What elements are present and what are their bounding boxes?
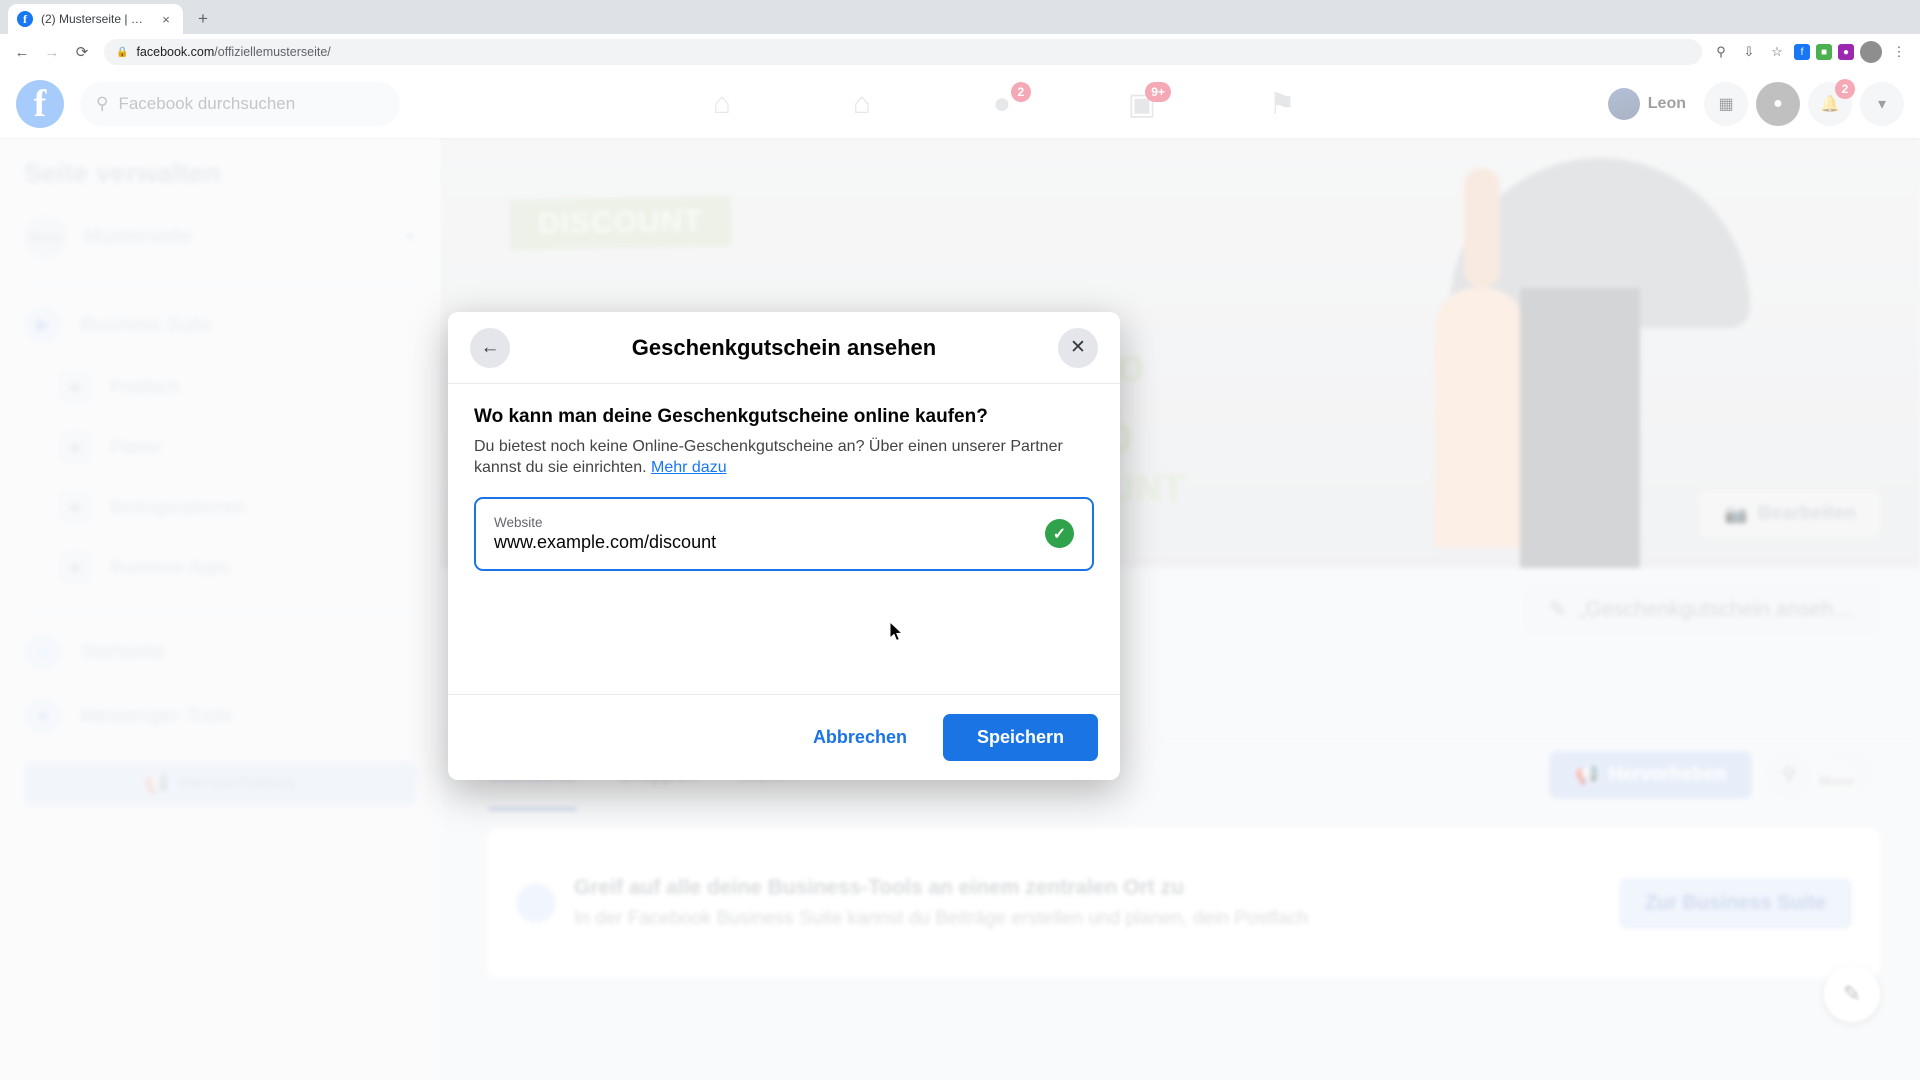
facebook-page: f ⚲ Facebook durchsuchen ⌂⌂●2▣9+⚑ Leon ▦… xyxy=(0,70,1920,1080)
reload-icon[interactable]: ⟳ xyxy=(68,38,96,66)
close-icon[interactable]: ✕ xyxy=(1058,327,1098,368)
arrow-left-icon[interactable]: ← xyxy=(470,327,510,368)
puzzle-extension-icon[interactable]: ■ xyxy=(1816,44,1832,60)
tab-title: (2) Musterseite | Facebook xyxy=(41,12,150,26)
forward-icon[interactable]: → xyxy=(38,38,66,66)
check-circle-icon: ✓ xyxy=(1045,519,1074,549)
toolbar-icon-group: ⚲ ⇩ ☆ f ■ ● ⋮ xyxy=(1710,41,1912,63)
share-icon[interactable]: ⇩ xyxy=(1738,41,1760,63)
star-icon[interactable]: ☆ xyxy=(1766,41,1788,63)
close-icon[interactable]: × xyxy=(158,12,174,27)
url-domain: facebook.com xyxy=(136,45,215,59)
website-field[interactable]: Website www.example.com/discount ✓ xyxy=(474,496,1094,571)
website-field-label: Website xyxy=(494,514,543,530)
mehr-dazu-link[interactable]: Mehr dazu xyxy=(651,459,727,476)
dialog-geschenkgutschein: ← Geschenkgutschein ansehen ✕ Wo kann ma… xyxy=(448,312,1120,780)
profile-avatar-icon[interactable] xyxy=(1860,41,1882,63)
url-text: facebook.com/offiziellemusterseite/ xyxy=(136,45,330,59)
dialog-title: Geschenkgutschein ansehen xyxy=(631,334,937,360)
browser-toolbar: ← → ⟳ 🔒 facebook.com/offiziellemustersei… xyxy=(0,34,1920,70)
dialog-description-text: Du bietest noch keine Online-Geschenkgut… xyxy=(474,438,1063,477)
browser-window: f (2) Musterseite | Facebook × + ← → ⟳ 🔒… xyxy=(0,0,1920,1080)
purple-extension-icon[interactable]: ● xyxy=(1838,44,1854,60)
search-icon[interactable]: ⚲ xyxy=(1710,41,1732,63)
dialog-footer: Abbrechen Speichern xyxy=(448,694,1120,780)
browser-tab[interactable]: f (2) Musterseite | Facebook × xyxy=(8,4,183,34)
address-bar[interactable]: 🔒 facebook.com/offiziellemusterseite/ xyxy=(104,39,1702,65)
dialog-body: Wo kann man deine Geschenkgutscheine onl… xyxy=(448,384,1120,694)
dialog-header: ← Geschenkgutschein ansehen ✕ xyxy=(448,312,1120,384)
facebook-favicon-icon: f xyxy=(17,11,33,27)
website-input[interactable]: www.example.com/discount xyxy=(494,532,1045,553)
new-tab-button[interactable]: + xyxy=(189,5,217,33)
menu-kebab-icon[interactable]: ⋮ xyxy=(1888,41,1910,63)
save-button[interactable]: Speichern xyxy=(942,714,1098,761)
dialog-description: Du bietest noch keine Online-Geschenkgut… xyxy=(474,436,1084,479)
lock-icon: 🔒 xyxy=(116,46,129,58)
cancel-button[interactable]: Abbrechen xyxy=(791,717,929,758)
facebook-extension-icon[interactable]: f xyxy=(1794,44,1810,60)
dialog-heading: Wo kann man deine Geschenkgutscheine onl… xyxy=(474,406,988,427)
url-path: /offiziellemusterseite/ xyxy=(214,45,331,59)
tab-strip: f (2) Musterseite | Facebook × + xyxy=(0,0,1920,34)
back-icon[interactable]: ← xyxy=(8,38,36,66)
